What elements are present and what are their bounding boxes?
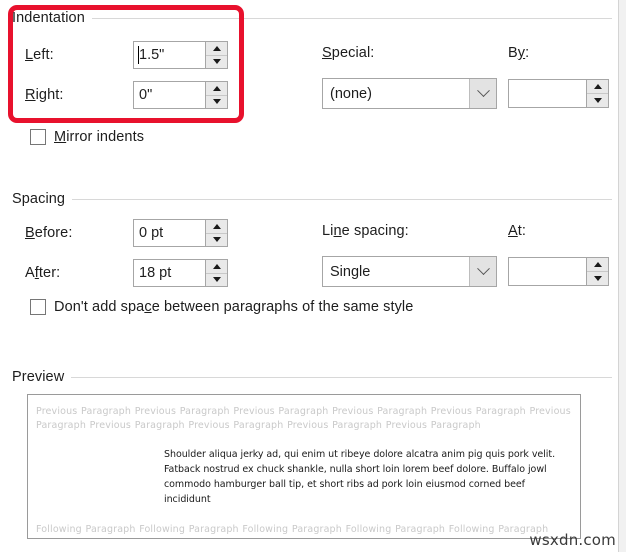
indent-by-label: By: — [508, 45, 530, 61]
triangle-up-icon — [593, 84, 602, 89]
spacing-before-spin-up-button[interactable] — [206, 220, 227, 234]
triangle-up-icon — [212, 85, 221, 91]
preview-body-paragraph: Shoulder aliqua jerky ad, qui enim ut ri… — [164, 449, 556, 505]
spacing-at-input[interactable] — [509, 258, 586, 285]
line-spacing-dropdown-button[interactable] — [469, 257, 496, 286]
triangle-up-icon — [212, 45, 221, 51]
indent-by-spin-down-button[interactable] — [587, 94, 608, 107]
preview-group-rule — [71, 376, 612, 378]
spacing-after-label: After: — [25, 265, 61, 281]
indent-left-spin-up-button[interactable] — [206, 42, 227, 56]
spacing-group-title: Spacing — [12, 191, 66, 207]
indent-left-spin-down-button[interactable] — [206, 55, 227, 68]
chevron-down-icon — [476, 262, 490, 276]
indent-right-input[interactable]: 0" — [134, 82, 205, 108]
indent-by-spin-up-button[interactable] — [587, 80, 608, 94]
indent-right-spinbox[interactable]: 0" — [133, 81, 228, 109]
spacing-before-spinbox[interactable]: 0 pt — [133, 219, 228, 247]
indent-left-spin-buttons[interactable] — [205, 42, 227, 68]
indent-left-spinbox[interactable]: 1.5" — [133, 41, 228, 69]
spacing-before-spin-buttons[interactable] — [205, 220, 227, 246]
indent-left-label: Left: — [25, 47, 54, 63]
indent-special-value[interactable]: (none) — [323, 79, 469, 108]
triangle-down-icon — [212, 277, 221, 283]
indent-right-spin-up-button[interactable] — [206, 82, 227, 96]
indentation-group-title: Indentation — [12, 10, 85, 26]
spacing-after-spin-up-button[interactable] — [206, 260, 227, 274]
indent-by-spin-buttons[interactable] — [586, 80, 608, 107]
watermark-text: wsxdn.com — [529, 531, 616, 549]
spacing-at-spin-buttons[interactable] — [586, 258, 608, 285]
spacing-at-label: At: — [508, 223, 527, 239]
preview-group-header: Preview — [12, 368, 612, 386]
indent-special-label: Special: — [322, 45, 375, 61]
dont-add-space-checkbox-row[interactable]: Don't add space between paragraphs of th… — [30, 299, 413, 315]
spacing-at-spinbox[interactable] — [508, 257, 609, 286]
chevron-down-icon — [476, 84, 490, 98]
dont-add-space-checkbox[interactable] — [30, 299, 46, 315]
paragraph-dialog: Indentation Left: 1.5" Right: 0" Special… — [0, 0, 626, 552]
indent-by-spinbox[interactable] — [508, 79, 609, 108]
mirror-indents-label: Mirror indents — [54, 129, 145, 145]
line-spacing-combobox[interactable]: Single — [322, 256, 497, 287]
preview-group-title: Preview — [12, 369, 65, 385]
preview-content: Previous Paragraph Previous Paragraph Pr… — [36, 405, 572, 538]
indent-by-input[interactable] — [509, 80, 586, 107]
triangle-up-icon — [212, 223, 221, 229]
spacing-before-spin-down-button[interactable] — [206, 233, 227, 246]
indentation-group-rule — [91, 17, 612, 19]
line-spacing-label: Line spacing: — [322, 223, 409, 239]
indent-right-label: Right: — [25, 87, 64, 103]
mirror-indents-checkbox[interactable] — [30, 129, 46, 145]
triangle-down-icon — [212, 237, 221, 243]
indentation-group-header: Indentation — [12, 9, 612, 27]
spacing-before-label: Before: — [25, 225, 73, 241]
indent-left-input[interactable]: 1.5" — [134, 42, 205, 68]
preview-following-paragraph: Following Paragraph Following Paragraph … — [36, 524, 549, 535]
triangle-down-icon — [593, 276, 602, 281]
spacing-after-spinbox[interactable]: 18 pt — [133, 259, 228, 287]
line-spacing-value[interactable]: Single — [323, 257, 469, 286]
spacing-at-spin-down-button[interactable] — [587, 272, 608, 285]
triangle-up-icon — [593, 262, 602, 267]
spacing-at-spin-up-button[interactable] — [587, 258, 608, 272]
triangle-down-icon — [212, 59, 221, 65]
triangle-down-icon — [593, 98, 602, 103]
spacing-group-rule — [72, 198, 612, 200]
dialog-right-edge — [618, 0, 626, 552]
triangle-down-icon — [212, 99, 221, 105]
indent-special-dropdown-button[interactable] — [469, 79, 496, 108]
spacing-after-spin-down-button[interactable] — [206, 273, 227, 286]
mirror-indents-checkbox-row[interactable]: Mirror indents — [30, 129, 144, 145]
preview-pane: Previous Paragraph Previous Paragraph Pr… — [27, 394, 581, 539]
preview-previous-paragraph: Previous Paragraph Previous Paragraph Pr… — [36, 406, 571, 431]
dont-add-space-label: Don't add space between paragraphs of th… — [54, 299, 414, 315]
spacing-group-header: Spacing — [12, 190, 612, 208]
triangle-up-icon — [212, 263, 221, 269]
indent-special-combobox[interactable]: (none) — [322, 78, 497, 109]
spacing-after-input[interactable]: 18 pt — [134, 260, 205, 286]
spacing-before-input[interactable]: 0 pt — [134, 220, 205, 246]
indent-right-spin-down-button[interactable] — [206, 95, 227, 108]
indent-right-spin-buttons[interactable] — [205, 82, 227, 108]
spacing-after-spin-buttons[interactable] — [205, 260, 227, 286]
